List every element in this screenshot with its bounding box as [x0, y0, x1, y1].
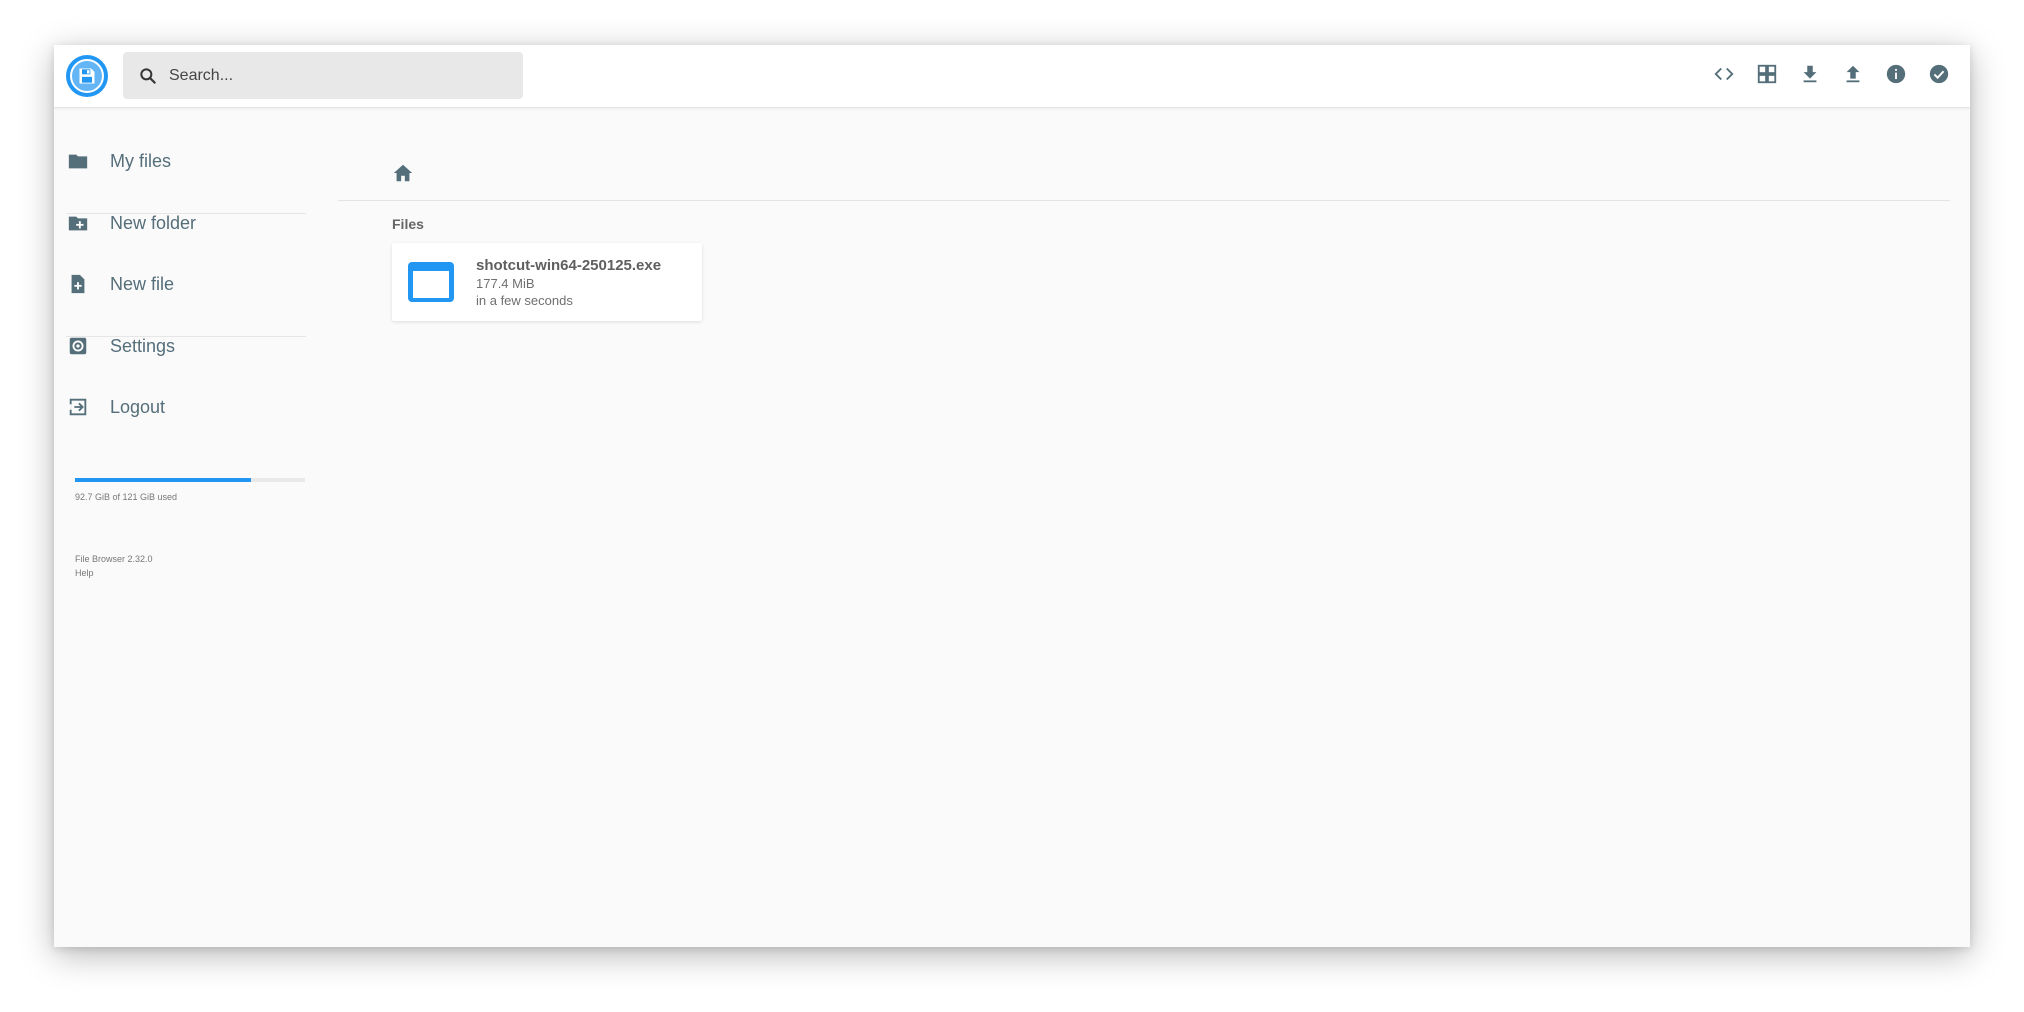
breadcrumb: [338, 108, 1950, 201]
help-link[interactable]: Help: [75, 566, 153, 580]
download-button[interactable]: [1788, 55, 1831, 97]
file-item[interactable]: shotcut-win64-250125.exe 177.4 MiB in a …: [392, 243, 702, 321]
search-icon: [137, 65, 159, 87]
logout-icon: [66, 395, 90, 419]
select-multiple-button[interactable]: [1917, 55, 1960, 97]
info-button[interactable]: [1874, 55, 1917, 97]
home-icon: [392, 164, 414, 188]
folder-icon: [66, 149, 90, 173]
info-icon: [1885, 63, 1907, 90]
floppy-disk-icon: [70, 59, 104, 93]
version-text: File Browser 2.32.0: [75, 554, 153, 564]
upload-button[interactable]: [1831, 55, 1874, 97]
code-icon: [1713, 63, 1735, 90]
main-content: Files shotcut-win64-250125.exe 177.4 MiB…: [338, 108, 1958, 947]
sidebar-item-new-folder[interactable]: New folder: [66, 201, 306, 245]
breadcrumb-home-button[interactable]: [392, 162, 416, 186]
switch-view-button[interactable]: [1745, 55, 1788, 97]
search-field[interactable]: [123, 52, 523, 99]
file-name: shotcut-win64-250125.exe: [476, 256, 662, 274]
file-modified: in a few seconds: [476, 292, 573, 308]
file-meta: shotcut-win64-250125.exe 177.4 MiB in a …: [476, 257, 661, 308]
file-size: 177.4 MiB: [476, 275, 535, 291]
grid-view-icon: [1756, 63, 1778, 90]
toggle-editor-button[interactable]: [1702, 55, 1745, 97]
download-icon: [1799, 63, 1821, 90]
sidebar: My files New folder New file Settings Lo…: [54, 108, 308, 947]
storage-usage-fill: [75, 478, 252, 482]
storage-usage-bar: [75, 478, 305, 482]
sidebar-item-label: Settings: [110, 335, 176, 356]
app-window: My files New folder New file: [54, 45, 1970, 947]
storage-usage: 92.7 GiB of 121 GiB used: [75, 478, 305, 502]
sidebar-item-new-file[interactable]: New file: [66, 262, 306, 306]
sidebar-item-settings[interactable]: Settings: [66, 324, 306, 368]
header-bar: [54, 45, 1970, 108]
sidebar-item-label: My files: [110, 150, 172, 171]
toolbar: [1702, 55, 1960, 97]
storage-usage-text: 92.7 GiB of 121 GiB used: [75, 492, 178, 502]
sidebar-item-label: Logout: [110, 396, 166, 417]
check-circle-icon: [1928, 63, 1950, 90]
sidebar-item-label: New folder: [110, 212, 197, 233]
search-input[interactable]: [167, 65, 497, 86]
settings-icon: [66, 334, 90, 358]
section-title: Files: [392, 216, 424, 232]
sidebar-item-my-files[interactable]: My files: [66, 139, 306, 183]
create-new-folder-icon: [66, 211, 90, 235]
credits: File Browser 2.32.0 Help: [75, 552, 153, 580]
app-logo[interactable]: [66, 55, 108, 97]
sidebar-item-label: New file: [110, 273, 175, 294]
upload-icon: [1842, 63, 1864, 90]
application-icon: [406, 260, 456, 304]
sidebar-item-logout[interactable]: Logout: [66, 385, 306, 429]
note-add-icon: [66, 272, 90, 296]
